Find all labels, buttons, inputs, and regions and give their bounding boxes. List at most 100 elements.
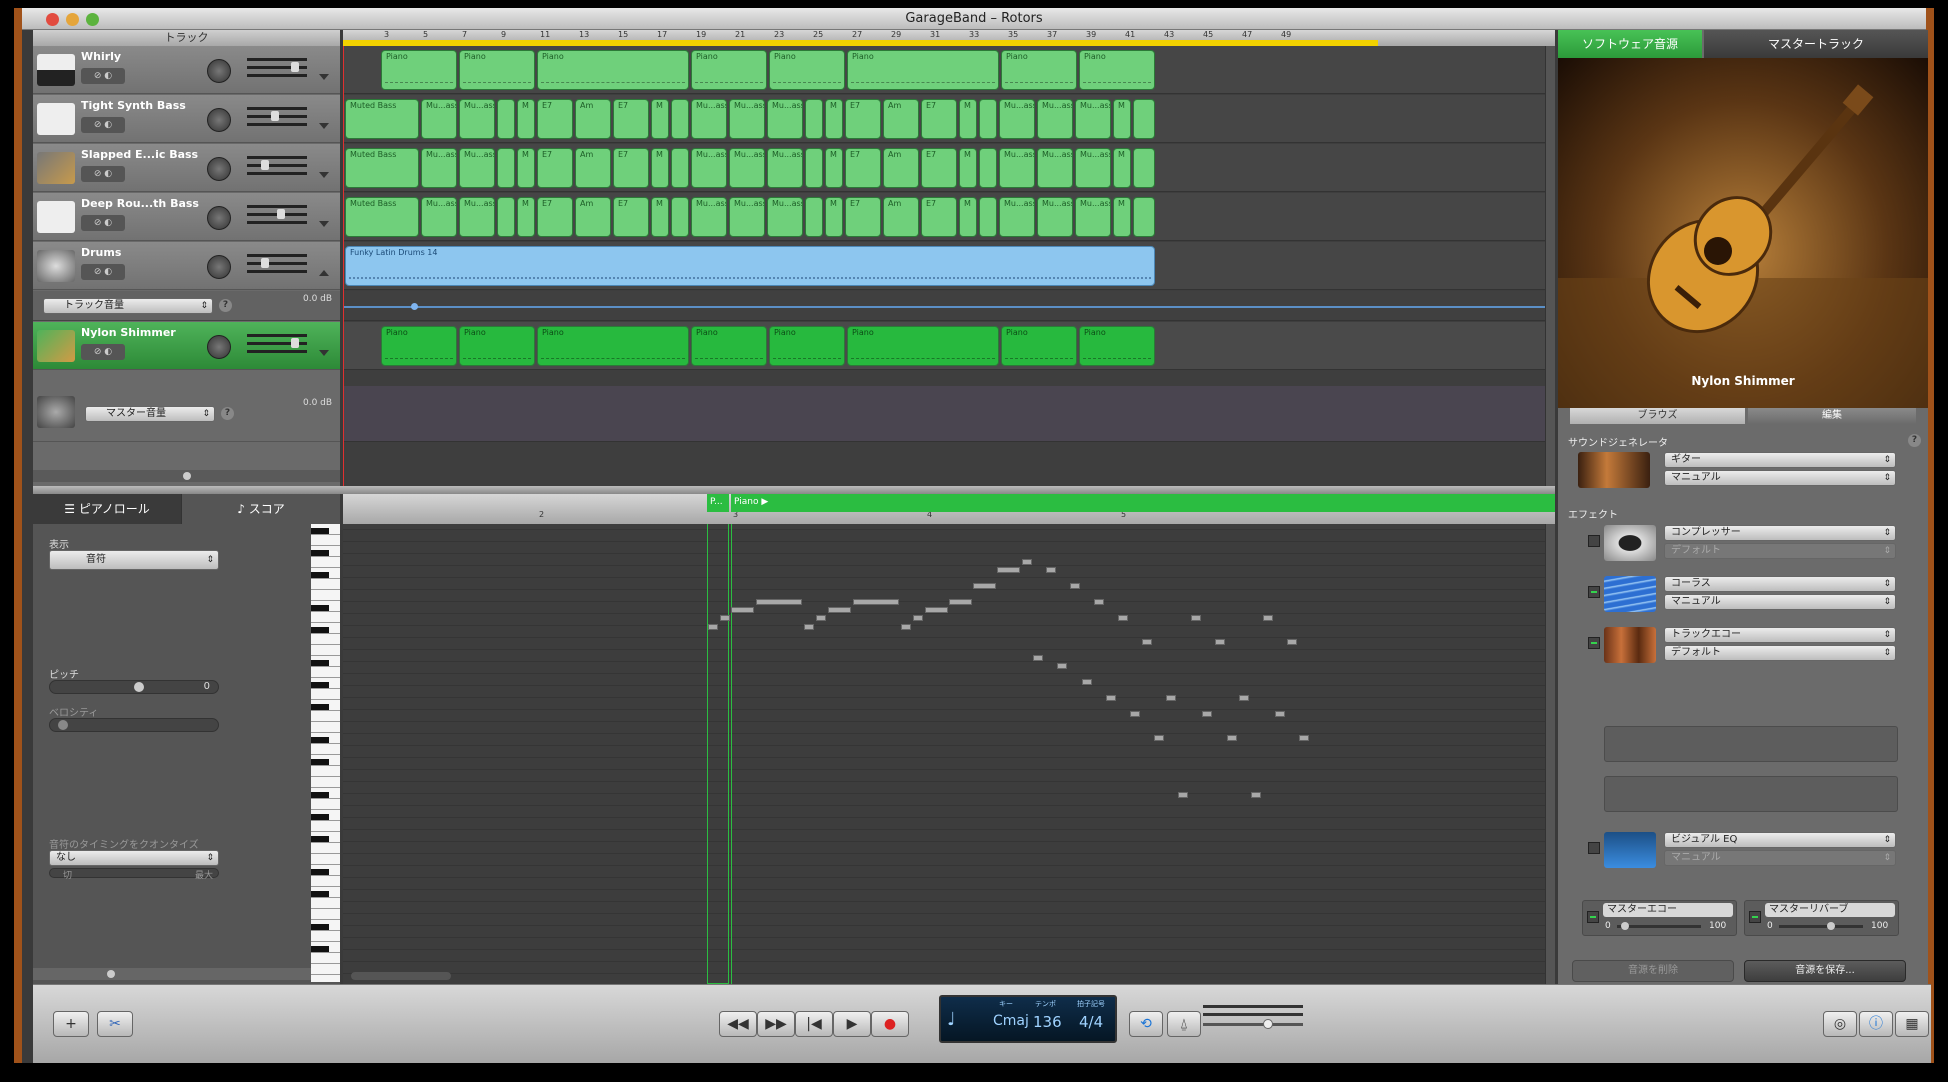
lcd-signature-value[interactable]: 4/4 — [1079, 1013, 1103, 1031]
piano-keyboard[interactable] — [311, 524, 340, 982]
lane-deep-bass[interactable]: Muted Bass Mu...ass Mu...ass M E7 Am E7 … — [343, 193, 1555, 241]
save-instrument-button[interactable]: 音源を保存... — [1744, 960, 1906, 982]
midi-note[interactable] — [1227, 735, 1237, 741]
delete-instrument-button[interactable]: 音源を削除 — [1572, 960, 1734, 982]
volume-slider[interactable] — [247, 338, 307, 348]
bass-region[interactable]: Am — [575, 197, 611, 237]
automation-point[interactable] — [411, 303, 418, 310]
black-key[interactable] — [311, 528, 329, 534]
mute-solo-buttons[interactable]: ⊘ ◐ — [81, 68, 125, 84]
bass-region[interactable]: Mu...ass — [421, 148, 457, 188]
bass-region[interactable]: Mu...ass — [691, 99, 727, 139]
piano-region[interactable]: Piano — [691, 50, 767, 90]
region-header-piano[interactable]: Piano ▶ — [731, 494, 1555, 512]
midi-note[interactable] — [1070, 583, 1080, 589]
bass-region[interactable]: E7 — [537, 148, 573, 188]
pan-knob[interactable] — [207, 157, 231, 181]
midi-note[interactable] — [997, 567, 1020, 573]
bass-region[interactable]: E7 — [537, 197, 573, 237]
zoom-window-button[interactable] — [86, 13, 99, 26]
bass-region[interactable]: Mu...ass — [459, 99, 495, 139]
help-icon[interactable]: ? — [221, 407, 234, 420]
master-echo-toggle[interactable] — [1587, 911, 1599, 923]
master-echo-slider[interactable] — [1617, 922, 1701, 930]
bass-region[interactable]: M — [651, 197, 669, 237]
generator-preset-popup[interactable]: マニュアル — [1664, 470, 1896, 486]
editor-zoom-slider[interactable] — [33, 968, 340, 980]
lcd-tempo-value[interactable]: 136 — [1033, 1013, 1062, 1031]
bass-region[interactable]: Mu...ass — [1037, 148, 1073, 188]
loop-browser-icon[interactable]: ◎ — [1823, 1011, 1857, 1037]
midi-note[interactable] — [1057, 663, 1067, 669]
piano-region[interactable]: Piano — [459, 326, 535, 366]
generator-popup[interactable]: ギター — [1664, 452, 1896, 468]
midi-note[interactable] — [1178, 792, 1188, 798]
go-to-beginning-button[interactable]: |◀ — [795, 1011, 833, 1037]
bass-region[interactable]: M — [825, 148, 843, 188]
effect-name-popup[interactable]: トラックエコー — [1664, 627, 1896, 643]
bass-region[interactable]: M — [959, 197, 977, 237]
quantize-strength-slider[interactable] — [49, 868, 219, 878]
tab-software-instrument[interactable]: ソフトウェア音源 — [1558, 30, 1702, 58]
bass-region[interactable]: E7 — [613, 148, 649, 188]
automation-toggle[interactable] — [319, 221, 329, 227]
bass-region[interactable] — [1133, 148, 1155, 188]
bass-region[interactable]: Mu...ass — [1075, 99, 1111, 139]
track-header-tight-synth-bass[interactable]: Tight Synth Bass ⊘ ◐ — [33, 95, 340, 143]
pitch-slider[interactable]: 0 — [49, 680, 219, 694]
automation-toggle[interactable] — [319, 172, 329, 178]
mute-solo-buttons[interactable]: ⊘ ◐ — [81, 215, 125, 231]
bass-region[interactable]: Am — [575, 99, 611, 139]
piano-region[interactable]: Piano — [537, 50, 689, 90]
bass-region[interactable]: Muted Bass — [345, 99, 419, 139]
bass-region[interactable]: Am — [883, 99, 919, 139]
bass-region[interactable] — [497, 197, 515, 237]
track-header-drums[interactable]: Drums ⊘ ◐ — [33, 242, 340, 290]
automation-toggle[interactable] — [319, 123, 329, 129]
bass-region[interactable]: M — [1113, 197, 1131, 237]
bass-region[interactable]: E7 — [845, 197, 881, 237]
midi-note[interactable] — [901, 624, 911, 630]
fast-forward-button[interactable]: ▶▶ — [757, 1011, 795, 1037]
midi-note[interactable] — [1118, 615, 1128, 621]
piano-region[interactable]: Piano — [1001, 326, 1077, 366]
mute-solo-buttons[interactable]: ⊘ ◐ — [81, 166, 125, 182]
editor-splitter[interactable] — [33, 486, 1555, 494]
quantize-popup[interactable]: なし — [49, 850, 219, 866]
bass-region[interactable]: Mu...ass — [459, 197, 495, 237]
track-header-slapped-bass[interactable]: Slapped E...ic Bass ⊘ ◐ — [33, 144, 340, 192]
midi-note[interactable] — [708, 624, 718, 630]
bass-region[interactable]: Am — [883, 197, 919, 237]
bass-region[interactable]: Muted Bass — [345, 197, 419, 237]
bass-region[interactable]: Mu...ass — [1037, 99, 1073, 139]
piano-region[interactable]: Piano — [1079, 50, 1155, 90]
effect-enable-toggle[interactable] — [1588, 535, 1600, 547]
help-icon[interactable]: ? — [1908, 434, 1921, 447]
master-reverb-toggle[interactable] — [1749, 911, 1761, 923]
tab-edit[interactable]: 編集 — [1748, 408, 1916, 424]
midi-note[interactable] — [1299, 735, 1309, 741]
view-mode-popup[interactable]: 音符 — [49, 550, 219, 570]
volume-slider[interactable] — [247, 258, 307, 268]
bass-region[interactable]: E7 — [537, 99, 573, 139]
bass-region[interactable]: Muted Bass — [345, 148, 419, 188]
pan-knob[interactable] — [207, 59, 231, 83]
bass-region[interactable]: M — [959, 148, 977, 188]
midi-note[interactable] — [1191, 615, 1201, 621]
bass-region[interactable] — [805, 148, 823, 188]
lcd-key-value[interactable]: Cmaj — [993, 1013, 1029, 1029]
automation-parameter-popup[interactable]: トラック音量 — [43, 298, 213, 314]
effect-enable-toggle[interactable] — [1588, 637, 1600, 649]
bass-region[interactable]: Mu...ass — [767, 99, 803, 139]
midi-note[interactable] — [1215, 639, 1225, 645]
midi-note[interactable] — [1094, 599, 1104, 605]
bass-region[interactable]: Am — [575, 148, 611, 188]
drum-region[interactable]: Funky Latin Drums 14 — [345, 246, 1155, 286]
midi-note[interactable] — [756, 599, 802, 605]
automation-toggle[interactable] — [319, 350, 329, 356]
midi-note[interactable] — [816, 615, 826, 621]
midi-note[interactable] — [853, 599, 899, 605]
master-parameter-popup[interactable]: マスター音量 — [85, 406, 215, 422]
piano-region[interactable]: Piano — [847, 50, 999, 90]
midi-note[interactable] — [1142, 639, 1152, 645]
